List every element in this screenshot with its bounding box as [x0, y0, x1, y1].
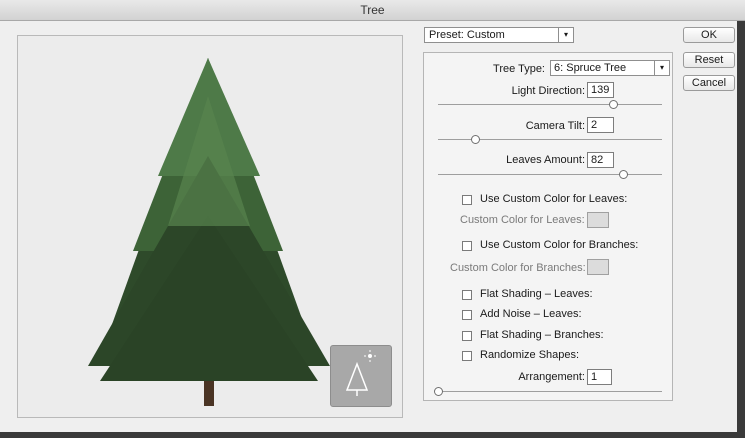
- leaves-amount-slider[interactable]: [438, 170, 662, 179]
- leaves-amount-slider-handle[interactable]: [619, 170, 628, 179]
- custom-color-branches-checkbox[interactable]: [462, 241, 472, 251]
- custom-color-branches-label: Custom Color for Branches:: [450, 262, 586, 274]
- light-direction-slider[interactable]: [438, 100, 662, 109]
- cancel-button[interactable]: Cancel: [683, 75, 735, 91]
- flat-shading-leaves-checkbox[interactable]: [462, 290, 472, 300]
- tree-preview: [17, 35, 403, 418]
- light-direction-input[interactable]: 139: [587, 82, 614, 98]
- tree-type-thumbnail: [330, 345, 392, 407]
- custom-color-leaves-checkbox[interactable]: [462, 195, 472, 205]
- tree-outline-icon: [345, 350, 376, 396]
- leaves-amount-label: Leaves Amount:: [506, 154, 585, 166]
- add-noise-leaves-label: Add Noise – Leaves:: [480, 308, 582, 320]
- leaves-amount-input[interactable]: 82: [587, 152, 614, 168]
- custom-color-leaves-checkbox-label: Use Custom Color for Leaves:: [480, 193, 628, 205]
- arrangement-slider[interactable]: [434, 387, 662, 396]
- branches-color-swatch: [587, 259, 609, 275]
- tree-type-value: 6: Spruce Tree: [554, 62, 627, 74]
- randomize-shapes-label: Randomize Shapes:: [480, 349, 580, 361]
- reset-button[interactable]: Reset: [683, 52, 735, 68]
- arrangement-label: Arrangement:: [518, 371, 585, 383]
- custom-color-leaves-label: Custom Color for Leaves:: [460, 214, 585, 226]
- ok-button[interactable]: OK: [683, 27, 735, 43]
- flat-shading-branches-checkbox[interactable]: [462, 331, 472, 341]
- arrangement-input[interactable]: 1: [587, 369, 612, 385]
- preset-dropdown[interactable]: Preset: Custom ▾: [424, 27, 574, 43]
- settings-panel: Tree Type: 6: Spruce Tree ▾ Light Direct…: [423, 52, 673, 401]
- chevron-down-icon: ▾: [654, 61, 669, 75]
- randomize-shapes-checkbox[interactable]: [462, 351, 472, 361]
- camera-tilt-slider-handle[interactable]: [471, 135, 480, 144]
- custom-color-branches-checkbox-label: Use Custom Color for Branches:: [480, 239, 639, 251]
- tree-type-dropdown[interactable]: 6: Spruce Tree ▾: [550, 60, 670, 76]
- flat-shading-leaves-label: Flat Shading – Leaves:: [480, 288, 593, 300]
- tree-type-label: Tree Type:: [493, 63, 545, 75]
- arrangement-slider-handle[interactable]: [434, 387, 443, 396]
- camera-tilt-input[interactable]: 2: [587, 117, 614, 133]
- preset-value: Preset: Custom: [429, 29, 505, 41]
- leaves-color-swatch: [587, 212, 609, 228]
- flat-shading-branches-label: Flat Shading – Branches:: [480, 329, 604, 341]
- light-direction-slider-handle[interactable]: [609, 100, 618, 109]
- light-direction-label: Light Direction:: [511, 85, 585, 97]
- camera-tilt-slider[interactable]: [438, 135, 662, 144]
- window-title: Tree: [0, 0, 745, 21]
- add-noise-leaves-checkbox[interactable]: [462, 310, 472, 320]
- camera-tilt-label: Camera Tilt:: [525, 120, 585, 132]
- chevron-down-icon: ▾: [558, 28, 573, 42]
- tree-dialog: Preset: Custom ▾ OK Reset Cancel Tree Ty…: [0, 21, 737, 432]
